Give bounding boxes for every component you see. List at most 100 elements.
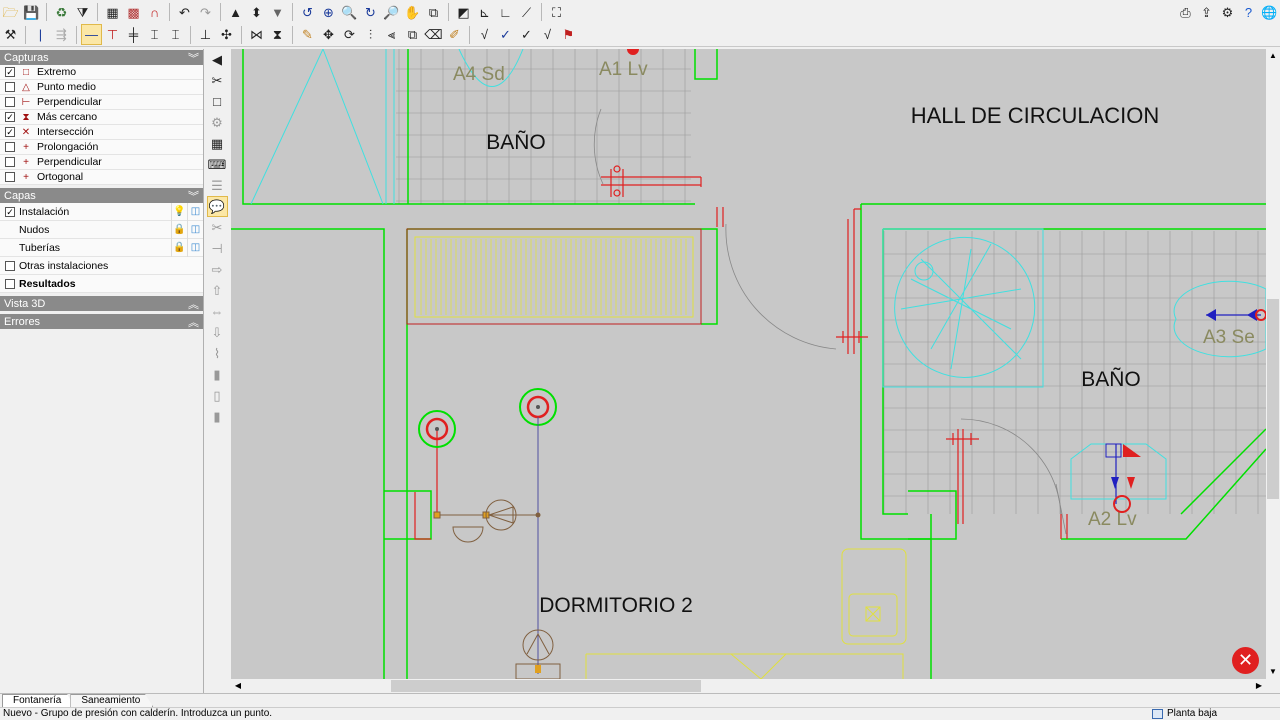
captura-checkbox[interactable] (5, 142, 15, 152)
lock-icon[interactable]: 🔒 (171, 238, 187, 257)
copy-icon[interactable]: ⧉ (402, 24, 423, 45)
captura-item[interactable]: + Perpendicular (0, 155, 203, 170)
clean-icon[interactable]: ♻ (51, 2, 72, 23)
check-results-icon[interactable]: √ (537, 24, 558, 45)
captura-item[interactable]: ✓ ⧗ Más cercano (0, 110, 203, 125)
captura-checkbox[interactable] (5, 97, 15, 107)
collapse-icon[interactable]: ︾ (188, 50, 199, 66)
zoom-realtime-icon[interactable]: ↻ (360, 2, 381, 23)
scroll-thumb[interactable] (1267, 299, 1279, 499)
captura-item[interactable]: △ Punto medio (0, 80, 203, 95)
layers-icon[interactable]: ◫ (187, 202, 203, 221)
check-icon[interactable]: ✓ (495, 24, 516, 45)
captura-item[interactable]: + Prolongación (0, 140, 203, 155)
level-icon[interactable]: ⬍ (246, 2, 267, 23)
options-icon[interactable]: ⚙ (1217, 2, 1238, 23)
layers-icon[interactable]: ◫ (187, 220, 203, 239)
layer-checkbox[interactable]: ✓ (5, 206, 15, 217)
rectangle-icon[interactable]: □ (207, 91, 228, 112)
zoom-all-icon[interactable]: ⧉ (423, 2, 444, 23)
measure-icon[interactable]: ◩ (453, 2, 474, 23)
open-folder-icon[interactable]: 🗁 (0, 2, 21, 23)
redo-icon[interactable]: ↷ (195, 2, 216, 23)
dropdown-icon[interactable]: ▼ (267, 2, 288, 23)
edit-icon[interactable]: ✐ (444, 24, 465, 45)
scroll-thumb[interactable] (391, 680, 701, 692)
expand-icon[interactable]: ︽ (188, 314, 199, 330)
dimension-icon[interactable]: ⊾ (474, 2, 495, 23)
layer-row-nudos[interactable]: Nudos 🔒 ◫ (0, 220, 203, 239)
tab-saneamiento[interactable]: Saneamiento (70, 694, 154, 707)
captura-checkbox[interactable] (5, 157, 15, 167)
zoom-extents-icon[interactable]: 🔎 (381, 2, 402, 23)
keyboard-icon[interactable]: ⌨ (207, 154, 228, 175)
rotate-icon[interactable]: ⟳ (339, 24, 360, 45)
pan-icon[interactable]: ✋ (402, 2, 423, 23)
filter-icon[interactable]: ⧩ (72, 2, 93, 23)
cut-pipe-icon[interactable]: ✂ (207, 217, 228, 238)
horizontal-scrollbar[interactable]: ◀ ▶ (231, 679, 1266, 693)
binoculars-icon[interactable]: ⛶ (546, 2, 567, 23)
arrow-up-icon[interactable]: ⇧ (207, 280, 228, 301)
capas-header[interactable]: Capas ︾ (0, 188, 203, 203)
expand-icon[interactable]: ︽ (188, 296, 199, 312)
pump-icon[interactable]: ⧗ (267, 24, 288, 45)
settings-icon[interactable]: ⚒ (0, 24, 21, 45)
erase-icon[interactable]: ⌫ (423, 24, 444, 45)
layer-row-instalacion[interactable]: ✓ Instalación 💡 ◫ (0, 202, 203, 221)
boiler-icon[interactable]: ▮ (207, 406, 228, 427)
grid-icon[interactable]: ▦ (207, 133, 228, 154)
vista3d-header[interactable]: Vista 3D ︽ (0, 296, 203, 311)
vertical-line-icon[interactable]: | (30, 24, 51, 45)
export-icon[interactable]: ⇪ (1196, 2, 1217, 23)
magnet-icon[interactable]: ∩ (144, 2, 165, 23)
join-pipe-icon[interactable]: ⊣ (207, 238, 228, 259)
arrow-down-icon[interactable]: ⇩ (207, 322, 228, 343)
tee-icon[interactable]: ⊤ (102, 24, 123, 45)
captura-checkbox[interactable]: ✓ (5, 112, 15, 122)
check-all-icon[interactable]: ✓ (516, 24, 537, 45)
insert-node-icon[interactable]: ⊥ (195, 24, 216, 45)
help-icon[interactable]: ? (1238, 2, 1259, 23)
layers-icon[interactable]: ◫ (187, 238, 203, 257)
gear-small-icon[interactable]: ⚙ (207, 112, 228, 133)
collapse-icon[interactable]: ︾ (188, 188, 199, 204)
capturas-header[interactable]: Capturas ︾ (0, 50, 203, 65)
pencil-icon[interactable]: ✎ (297, 24, 318, 45)
captura-checkbox[interactable]: ✓ (5, 67, 15, 77)
captura-item[interactable]: ✓ ✕ Intersección (0, 125, 203, 140)
hose-icon[interactable]: ⌇ (207, 343, 228, 364)
grid-icon[interactable]: ▩ (123, 2, 144, 23)
scroll-up-icon[interactable]: ▲ (1266, 49, 1280, 63)
undo-icon[interactable]: ↶ (174, 2, 195, 23)
move-up-icon[interactable]: ▲ (225, 2, 246, 23)
align-icon[interactable]: ⌶ (144, 24, 165, 45)
angle-measure-icon[interactable]: ⟋ (516, 2, 537, 23)
drawing-canvas[interactable]: BAÑO HALL DE CIRCULACION BAÑO DORMITORIO… (231, 49, 1266, 679)
move-icon[interactable]: ✥ (318, 24, 339, 45)
comment-icon[interactable]: 💬 (206, 196, 228, 217)
zoom-previous-icon[interactable]: ↺ (297, 2, 318, 23)
tab-fontaneria[interactable]: Fontanería (2, 694, 75, 707)
arrow-horizontal-icon[interactable]: ⇔ (207, 301, 228, 322)
errores-header[interactable]: Errores ︽ (0, 314, 203, 329)
branch-icon[interactable]: ⇶ (51, 24, 72, 45)
arrow-right-icon[interactable]: ⇨ (207, 259, 228, 280)
lock-icon[interactable]: 🔒 (171, 220, 187, 239)
zoom-icon[interactable]: 🔍 (339, 2, 360, 23)
layer-row-tuberias[interactable]: Tuberías 🔒 ◫ (0, 238, 203, 257)
captura-item[interactable]: ✓ □ Extremo (0, 65, 203, 80)
table-icon[interactable]: ▦ (102, 2, 123, 23)
floor-label[interactable]: Planta baja (1167, 708, 1217, 720)
captura-item[interactable]: ⊢ Perpendicular (0, 95, 203, 110)
cross-icon[interactable]: ╪ (123, 24, 144, 45)
horizontal-pipe-icon[interactable]: — (81, 24, 102, 45)
scroll-down-icon[interactable]: ▼ (1266, 665, 1280, 679)
captura-checkbox[interactable]: ✓ (5, 127, 15, 137)
layer-checkbox[interactable] (5, 278, 15, 289)
split-icon[interactable]: ✣ (216, 24, 237, 45)
layer-row-resultados[interactable]: Resultados (0, 275, 203, 293)
scroll-left-icon[interactable]: ◀ (231, 679, 245, 693)
angle-icon[interactable]: ∟ (495, 2, 516, 23)
layer-row-otras[interactable]: Otras instalaciones (0, 257, 203, 275)
